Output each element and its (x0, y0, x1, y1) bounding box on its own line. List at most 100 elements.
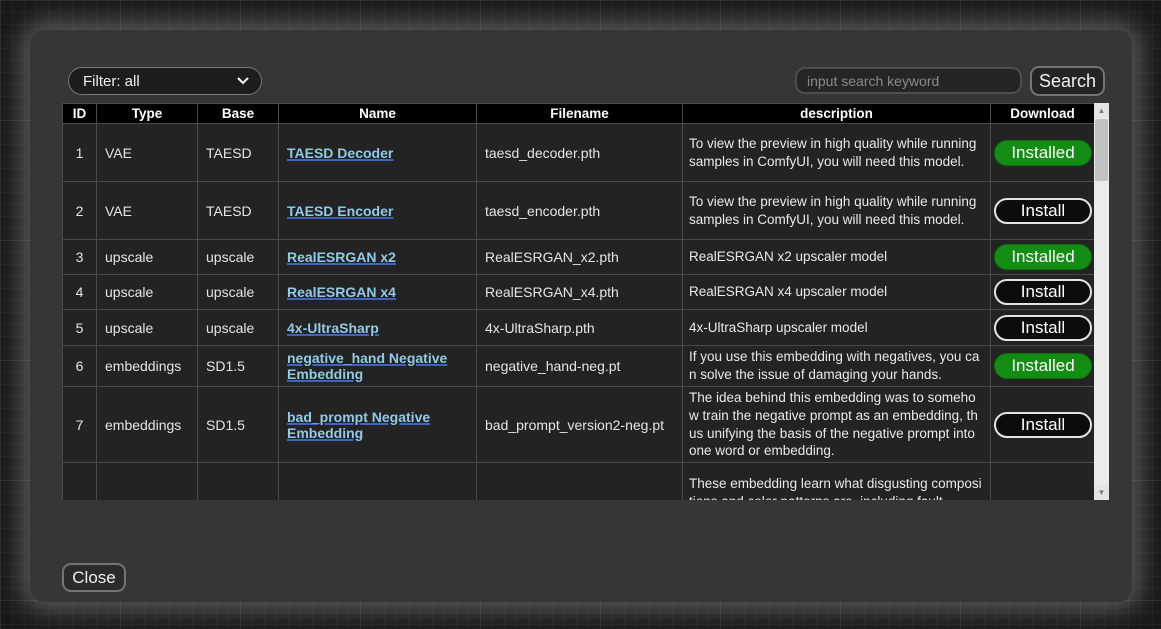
cell-description: These embedding learn what disgusting co… (683, 463, 991, 500)
filter-dropdown-label: Filter: all (83, 73, 140, 90)
cell-name: TAESD Decoder (279, 124, 477, 182)
cell-base: SD1.5 (198, 346, 279, 387)
models-table: IDTypeBaseNameFilenamedescriptionDownloa… (62, 103, 1094, 500)
scroll-down-icon[interactable]: ▼ (1094, 485, 1109, 500)
cell-download: Installed (991, 346, 1095, 387)
models-table-container: IDTypeBaseNameFilenamedescriptionDownloa… (62, 103, 1094, 500)
cell-id: 1 (63, 124, 97, 182)
cell-id: 4 (63, 275, 97, 310)
table-row: 6embeddingsSD1.5negative_hand Negative E… (63, 346, 1095, 387)
cell-description: RealESRGAN x2 upscaler model (683, 240, 991, 275)
cell-filename: 4x-UltraSharp.pth (477, 310, 683, 346)
cell-type: embeddings (97, 346, 198, 387)
model-name-link[interactable]: RealESRGAN x4 (287, 284, 396, 300)
col-header-name: Name (279, 104, 477, 124)
search-input[interactable] (795, 67, 1022, 94)
close-button[interactable]: Close (62, 563, 126, 592)
cell-name: bad_prompt Negative Embedding (279, 387, 477, 463)
comfyui-canvas: Filter: all Search IDTypeBaseNameFilenam… (0, 0, 1161, 629)
cell-filename: RealESRGAN_x4.pth (477, 275, 683, 310)
cell-description: The idea behind this embedding was to so… (683, 387, 991, 463)
cell-type: VAE (97, 182, 198, 240)
cell-filename: RealESRGAN_x2.pth (477, 240, 683, 275)
cell-download: Install (991, 275, 1095, 310)
cell-base (198, 463, 279, 500)
col-header-base: Base (198, 104, 279, 124)
cell-type: embeddings (97, 387, 198, 463)
filter-dropdown[interactable]: Filter: all (68, 67, 262, 95)
cell-description: 4x-UltraSharp upscaler model (683, 310, 991, 346)
cell-filename (477, 463, 683, 500)
table-row: 1VAETAESD TAESD Decoder taesd_decoder.pthT… (63, 124, 1095, 182)
cell-download: Install (991, 310, 1095, 346)
cell-base: upscale (198, 310, 279, 346)
installed-button[interactable]: Installed (994, 140, 1092, 166)
cell-type: upscale (97, 310, 198, 346)
table-row: 4upscaleupscaleRealESRGAN x4RealESRGAN_x… (63, 275, 1095, 310)
cell-base: upscale (198, 275, 279, 310)
cell-id: 3 (63, 240, 97, 275)
cell-filename: taesd_decoder.pth (477, 124, 683, 182)
cell-type (97, 463, 198, 500)
cell-type: VAE (97, 124, 198, 182)
cell-name: 4x-UltraSharp (279, 310, 477, 346)
cell-name (279, 463, 477, 500)
cell-download: Install (991, 387, 1095, 463)
install-button[interactable]: Install (994, 279, 1092, 305)
cell-download: Installed (991, 240, 1095, 275)
cell-download: Install (991, 182, 1095, 240)
table-row: 7embeddingsSD1.5bad_prompt Negative Embe… (63, 387, 1095, 463)
cell-base: TAESD (198, 182, 279, 240)
cell-name: negative_hand Negative Embedding (279, 346, 477, 387)
table-header-row: IDTypeBaseNameFilenamedescriptionDownloa… (63, 104, 1095, 124)
cell-download (991, 463, 1095, 500)
model-name-link[interactable]: TAESD Encoder (287, 203, 393, 219)
table-row: 3upscaleupscaleRealESRGAN x2RealESRGAN_x… (63, 240, 1095, 275)
installed-button[interactable]: Installed (994, 353, 1092, 379)
chevron-down-icon (237, 77, 249, 85)
install-button[interactable]: Install (994, 412, 1092, 438)
install-button[interactable]: Install (994, 198, 1092, 224)
cell-name: RealESRGAN x2 (279, 240, 477, 275)
table-scrollbar[interactable]: ▲ ▼ (1094, 103, 1109, 500)
col-header-download: Download (991, 104, 1095, 124)
model-name-link[interactable]: bad_prompt Negative Embedding (287, 409, 430, 441)
cell-filename: taesd_encoder.pth (477, 182, 683, 240)
install-models-dialog: Filter: all Search IDTypeBaseNameFilenam… (30, 30, 1132, 602)
cell-id: 5 (63, 310, 97, 346)
col-header-description: description (683, 104, 991, 124)
cell-name: TAESD Encoder (279, 182, 477, 240)
cell-id: 7 (63, 387, 97, 463)
cell-id: 2 (63, 182, 97, 240)
cell-description: If you use this embedding with negatives… (683, 346, 991, 387)
table-row: 5upscaleupscale4x-UltraSharp4x-UltraShar… (63, 310, 1095, 346)
cell-id: 6 (63, 346, 97, 387)
col-header-type: Type (97, 104, 198, 124)
col-header-filename: Filename (477, 104, 683, 124)
cell-type: upscale (97, 275, 198, 310)
model-name-link[interactable]: TAESD Decoder (287, 145, 393, 161)
col-header-id: ID (63, 104, 97, 124)
table-row: 2VAETAESD TAESD Encoder taesd_encoder.pthT… (63, 182, 1095, 240)
cell-base: upscale (198, 240, 279, 275)
installed-button[interactable]: Installed (994, 244, 1092, 270)
model-name-link[interactable]: RealESRGAN x2 (287, 249, 396, 265)
model-name-link[interactable]: 4x-UltraSharp (287, 320, 379, 336)
cell-base: SD1.5 (198, 387, 279, 463)
cell-type: upscale (97, 240, 198, 275)
cell-id (63, 463, 97, 500)
cell-filename: negative_hand-neg.pt (477, 346, 683, 387)
scrollbar-thumb[interactable] (1095, 119, 1108, 181)
install-button[interactable]: Install (994, 315, 1092, 341)
cell-download: Installed (991, 124, 1095, 182)
cell-description: To view the preview in high quality whil… (683, 124, 991, 182)
model-name-link[interactable]: negative_hand Negative Embedding (287, 350, 447, 382)
cell-name: RealESRGAN x4 (279, 275, 477, 310)
cell-base: TAESD (198, 124, 279, 182)
table-row: These embedding learn what disgusting co… (63, 463, 1095, 500)
scroll-up-icon[interactable]: ▲ (1094, 103, 1109, 118)
search-button[interactable]: Search (1030, 66, 1105, 96)
cell-description: To view the preview in high quality whil… (683, 182, 991, 240)
cell-filename: bad_prompt_version2-neg.pt (477, 387, 683, 463)
cell-description: RealESRGAN x4 upscaler model (683, 275, 991, 310)
